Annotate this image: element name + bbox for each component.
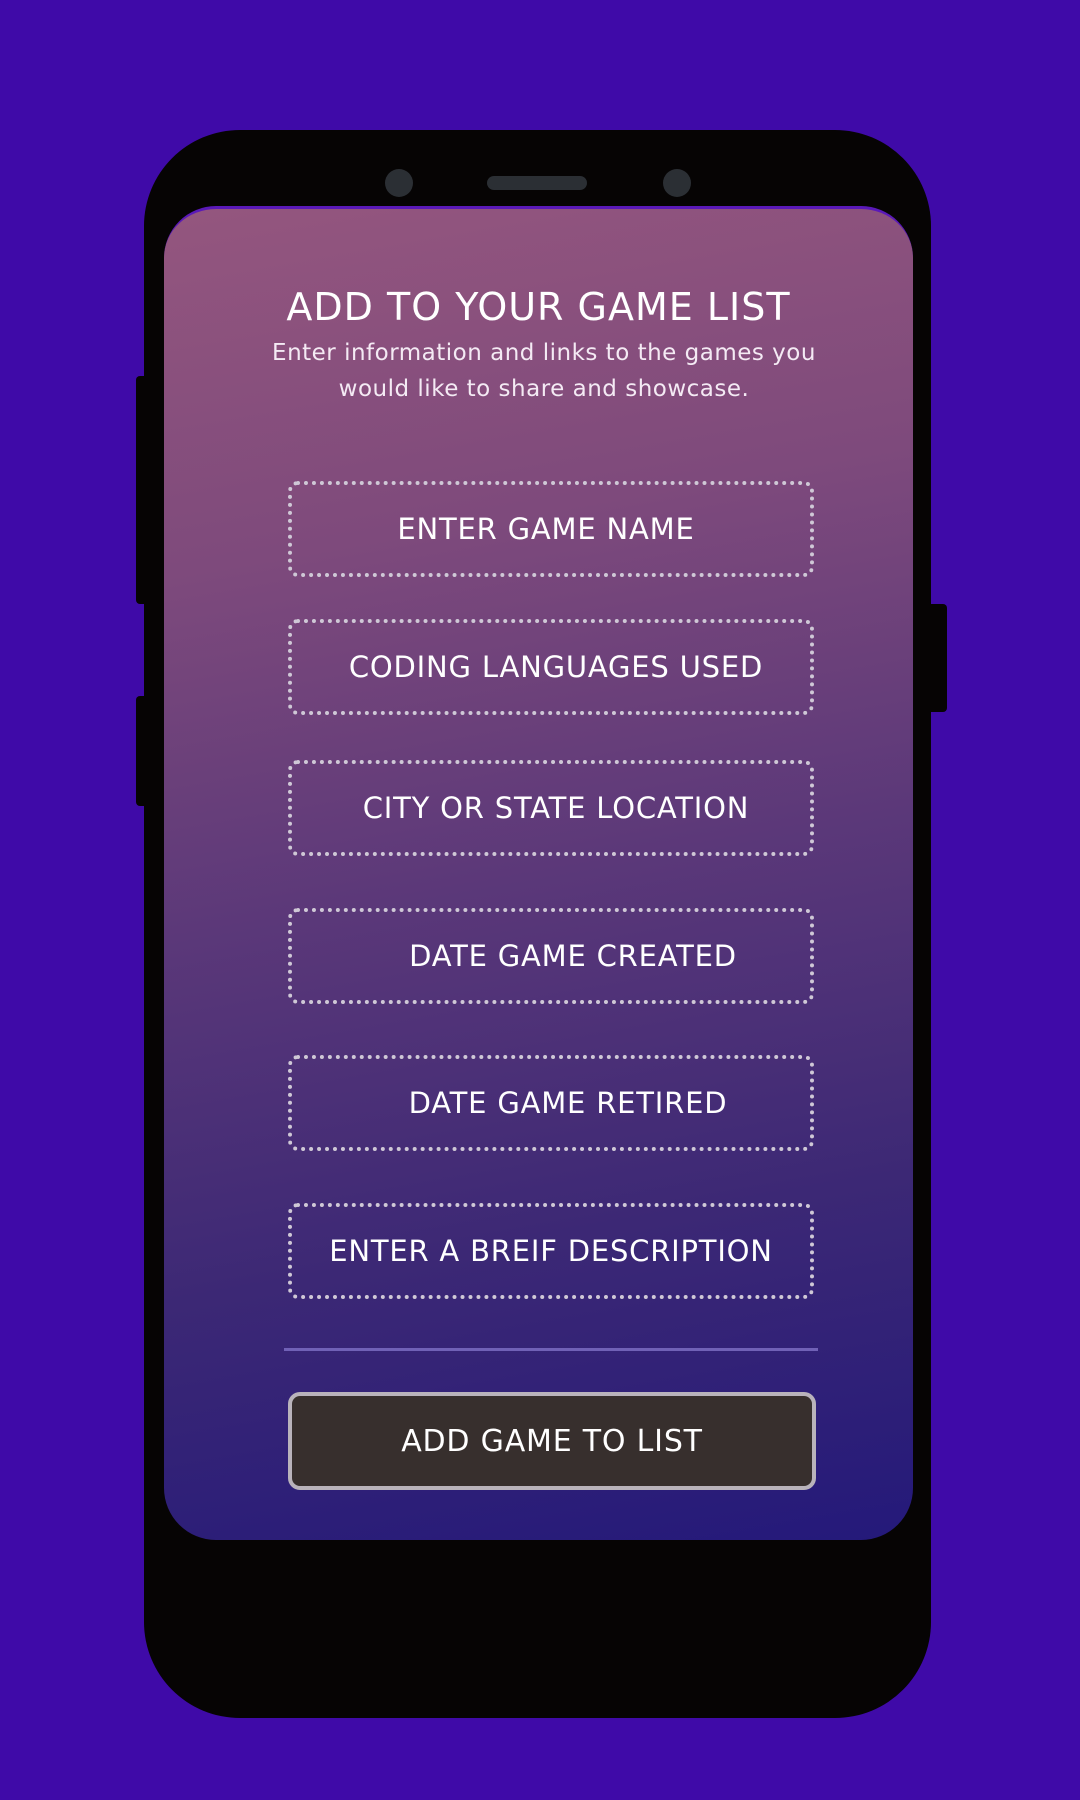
description-field[interactable]: ENTER A BREIF DESCRIPTION (288, 1203, 814, 1299)
description-placeholder: ENTER A BREIF DESCRIPTION (329, 1234, 773, 1268)
proximity-sensor-icon (663, 169, 691, 197)
date-created-placeholder: DATE GAME CREATED (409, 939, 737, 973)
app-screen: ADD TO YOUR GAME LIST Enter information … (164, 206, 913, 1540)
earpiece-speaker (487, 176, 587, 190)
game-name-placeholder: ENTER GAME NAME (397, 512, 695, 546)
coding-languages-placeholder: CODING LANGUAGES USED (348, 650, 764, 684)
location-field[interactable]: CITY OR STATE LOCATION (288, 760, 814, 856)
date-created-field[interactable]: DATE GAME CREATED (288, 908, 814, 1004)
form-divider (284, 1348, 818, 1351)
coding-languages-field[interactable]: CODING LANGUAGES USED (288, 619, 814, 715)
front-camera-icon (385, 169, 413, 197)
add-game-button-label: ADD GAME TO LIST (401, 1423, 703, 1459)
game-name-field[interactable]: ENTER GAME NAME (288, 481, 814, 577)
location-placeholder: CITY OR STATE LOCATION (362, 791, 750, 825)
date-retired-placeholder: DATE GAME RETIRED (408, 1086, 728, 1120)
page-subtitle: Enter information and links to the games… (272, 340, 816, 402)
add-game-button[interactable]: ADD GAME TO LIST (288, 1392, 816, 1490)
page-title: ADD TO YOUR GAME LIST (286, 285, 791, 329)
date-retired-field[interactable]: DATE GAME RETIRED (288, 1055, 814, 1151)
app-background: ADD TO YOUR GAME LIST Enter information … (0, 0, 1080, 1800)
